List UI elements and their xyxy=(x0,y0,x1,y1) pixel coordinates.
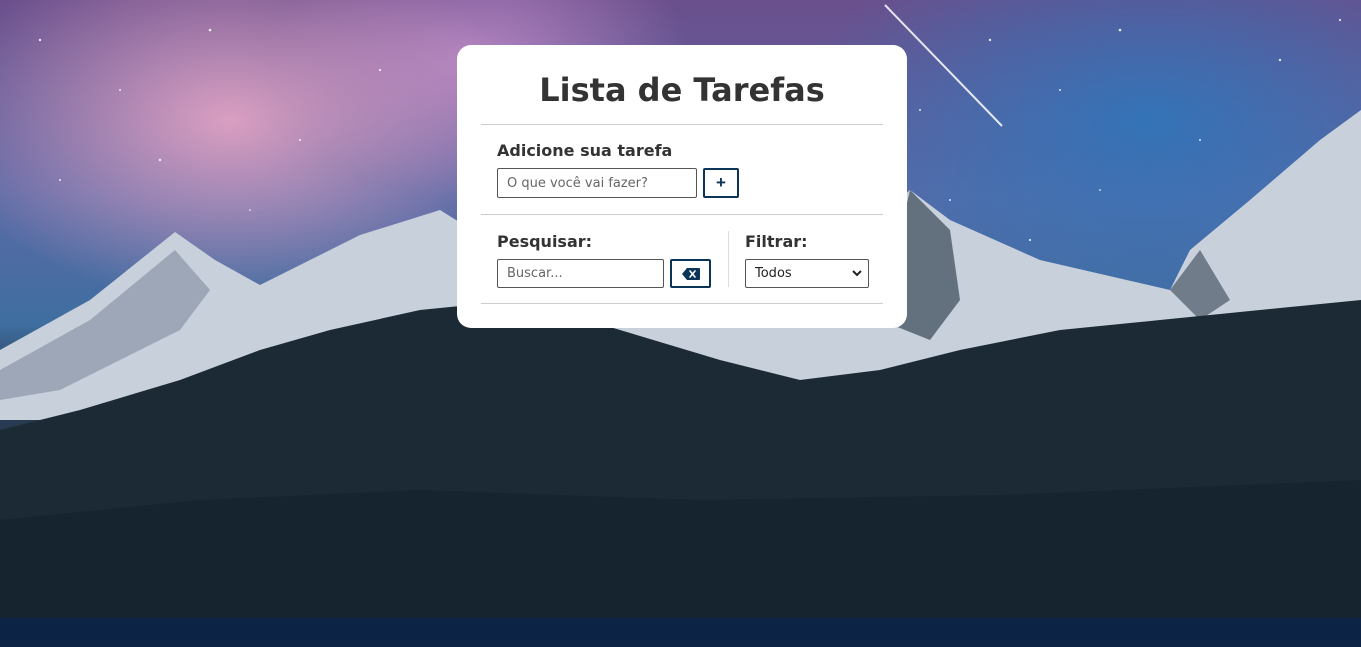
todo-card: Lista de Tarefas Adicione sua tarefa + P… xyxy=(457,45,907,328)
add-task-section: Adicione sua tarefa + xyxy=(481,125,883,214)
clear-search-button[interactable] xyxy=(670,259,711,288)
chevron-down-icon xyxy=(846,270,868,277)
task-input[interactable] xyxy=(497,168,697,198)
filter-block: Filtrar: Todos xyxy=(729,231,869,288)
filter-label: Filtrar: xyxy=(745,232,808,251)
page-title: Lista de Tarefas xyxy=(539,71,825,109)
search-row xyxy=(497,259,711,288)
search-label: Pesquisar: xyxy=(497,232,593,251)
add-task-button[interactable]: + xyxy=(703,168,739,198)
search-input[interactable] xyxy=(497,259,664,288)
backspace-icon xyxy=(681,267,700,280)
toolbar-section: Pesquisar: Filtrar: Todos xyxy=(481,215,883,303)
search-block: Pesquisar: xyxy=(497,231,729,288)
filter-selected-value: Todos xyxy=(755,266,792,281)
divider xyxy=(481,303,883,304)
add-task-label: Adicione sua tarefa xyxy=(497,141,673,160)
plus-icon: + xyxy=(716,173,726,192)
filter-select[interactable]: Todos xyxy=(745,259,869,288)
add-task-row: + xyxy=(497,168,867,198)
